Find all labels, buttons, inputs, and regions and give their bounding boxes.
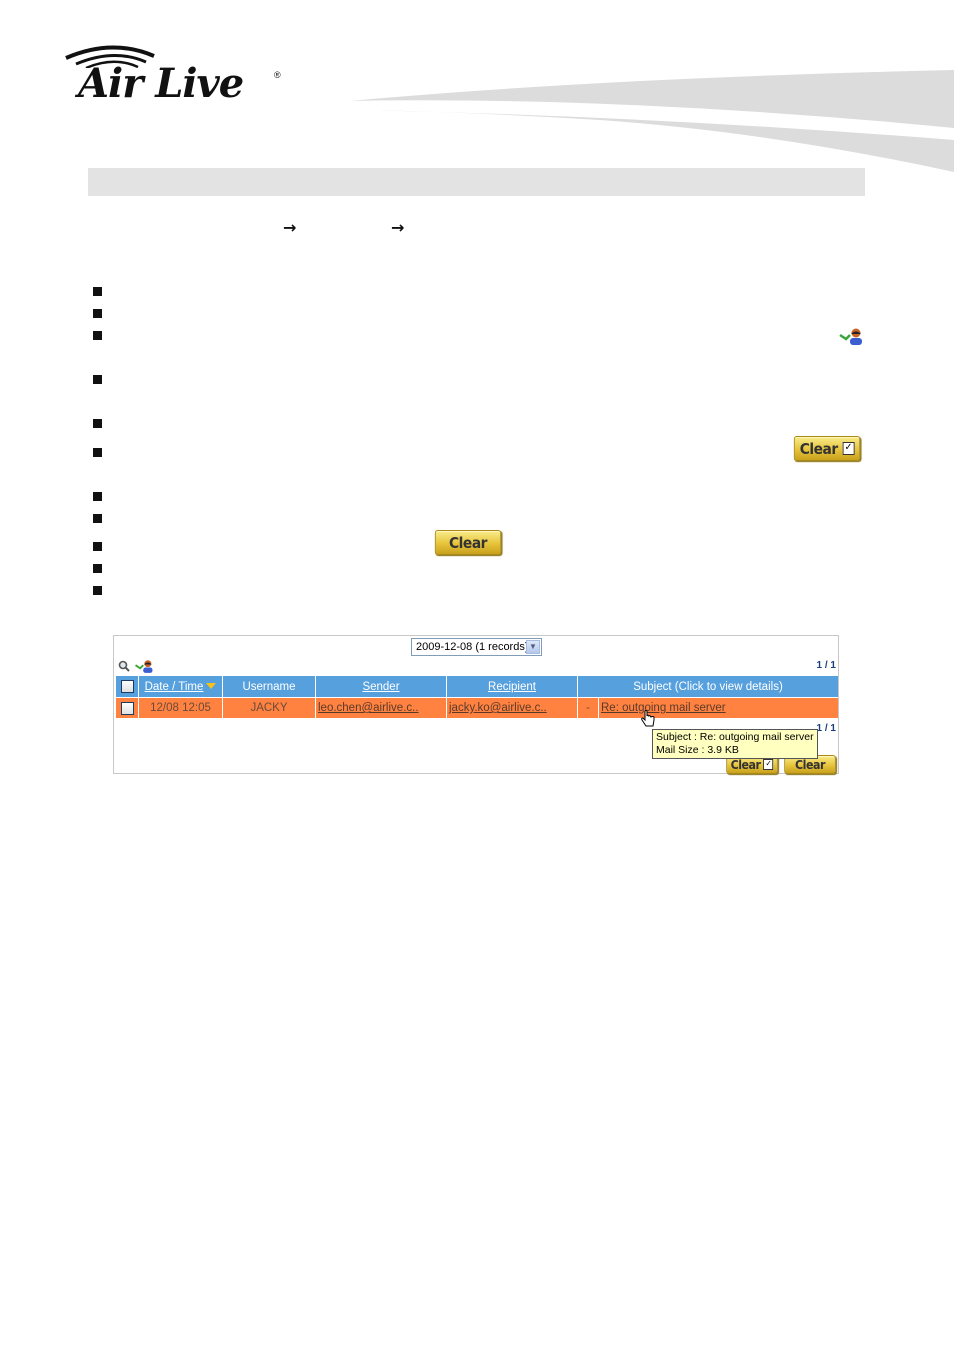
pager-top: 1 / 1 (816, 660, 836, 671)
column-header-subject: Subject (Click to view details) (577, 676, 838, 698)
button-label: Clear (730, 757, 761, 772)
column-header-username: Username (222, 676, 316, 698)
user-lookup-icon[interactable] (134, 658, 154, 674)
tooltip-subject: Subject : Re: outgoing mail server (656, 731, 814, 743)
date-select[interactable]: 2009-12-08 (1 records) ▼ (411, 638, 542, 656)
bullet (93, 492, 102, 501)
row-select-cell (116, 697, 139, 718)
nav-path-arrow-2: → (391, 218, 405, 237)
chevron-down-icon[interactable]: ▼ (526, 640, 540, 654)
date-select-value: 2009-12-08 (1 records) (416, 641, 529, 653)
toolbar (118, 658, 154, 674)
pager-bottom: 1 / 1 (816, 723, 836, 734)
bullet (93, 419, 102, 428)
bullet (93, 309, 102, 318)
column-header-recipient[interactable]: Recipient (446, 676, 578, 698)
sort-datetime-link[interactable]: Date / Time (145, 681, 204, 693)
sort-desc-icon (206, 683, 217, 690)
registered-mark: ® (274, 70, 281, 80)
bullet (93, 564, 102, 573)
bullet (93, 586, 102, 595)
row-recipient-link[interactable]: jacky.ko@airlive.c.. (449, 702, 547, 714)
search-icon[interactable] (118, 660, 130, 672)
bullet (93, 331, 102, 340)
mail-log-table: Date / Time Username Sender Recipient Su… (116, 676, 838, 718)
table-header-row: Date / Time Username Sender Recipient Su… (116, 676, 838, 698)
column-header-datetime[interactable]: Date / Time (138, 676, 223, 698)
clear-checked-button-example[interactable]: Clear ✓ (793, 436, 861, 461)
airlive-logo: Air Live ® (62, 42, 292, 106)
clear-all-button-example[interactable]: Clear (434, 530, 502, 555)
row-checkbox[interactable] (120, 701, 134, 715)
table-row: 12/08 12:05 JACKY leo.chen@airlive.c.. j… (116, 697, 838, 718)
hand-pointer-cursor-icon (641, 710, 655, 727)
subject-tooltip: Subject : Re: outgoing mail server Mail … (652, 729, 818, 759)
select-all-header (116, 676, 139, 698)
section-title-bar (88, 168, 865, 196)
user-lookup-icon (839, 328, 862, 345)
logo-text: Air Live (78, 60, 244, 107)
bullet (93, 448, 102, 457)
row-sender-cell: leo.chen@airlive.c.. (315, 697, 447, 718)
checkbox-checked-icon: ✓ (763, 759, 774, 770)
checkbox-checked-icon: ✓ (842, 442, 855, 455)
sort-recipient-link[interactable]: Recipient (488, 681, 536, 693)
row-subject-link[interactable]: Re: outgoing mail server (601, 702, 726, 714)
bullet (93, 542, 102, 551)
row-username: JACKY (222, 697, 316, 718)
bullet (93, 287, 102, 296)
row-datetime: 12/08 12:05 (138, 697, 223, 718)
mail-log-panel: 2009-12-08 (1 records) ▼ 1 / 1 Date / Ti… (113, 635, 839, 774)
row-subject-cell: Re: outgoing mail server (598, 697, 838, 718)
column-header-sender[interactable]: Sender (315, 676, 447, 698)
sort-sender-link[interactable]: Sender (362, 681, 399, 693)
row-recipient-cell: jacky.ko@airlive.c.. (446, 697, 578, 718)
select-all-checkbox[interactable] (120, 680, 134, 693)
nav-path-arrow-1: → (283, 218, 297, 237)
tooltip-mail-size: Mail Size : 3.9 KB (656, 744, 739, 756)
bullet (93, 514, 102, 523)
row-flag: - (577, 697, 599, 718)
button-label: Clear (799, 439, 839, 458)
button-label: Clear (795, 757, 825, 772)
row-sender-link[interactable]: leo.chen@airlive.c.. (318, 702, 419, 714)
button-label: Clear (448, 533, 488, 552)
header-swoosh-decoration (350, 70, 954, 172)
bullet (93, 375, 102, 384)
